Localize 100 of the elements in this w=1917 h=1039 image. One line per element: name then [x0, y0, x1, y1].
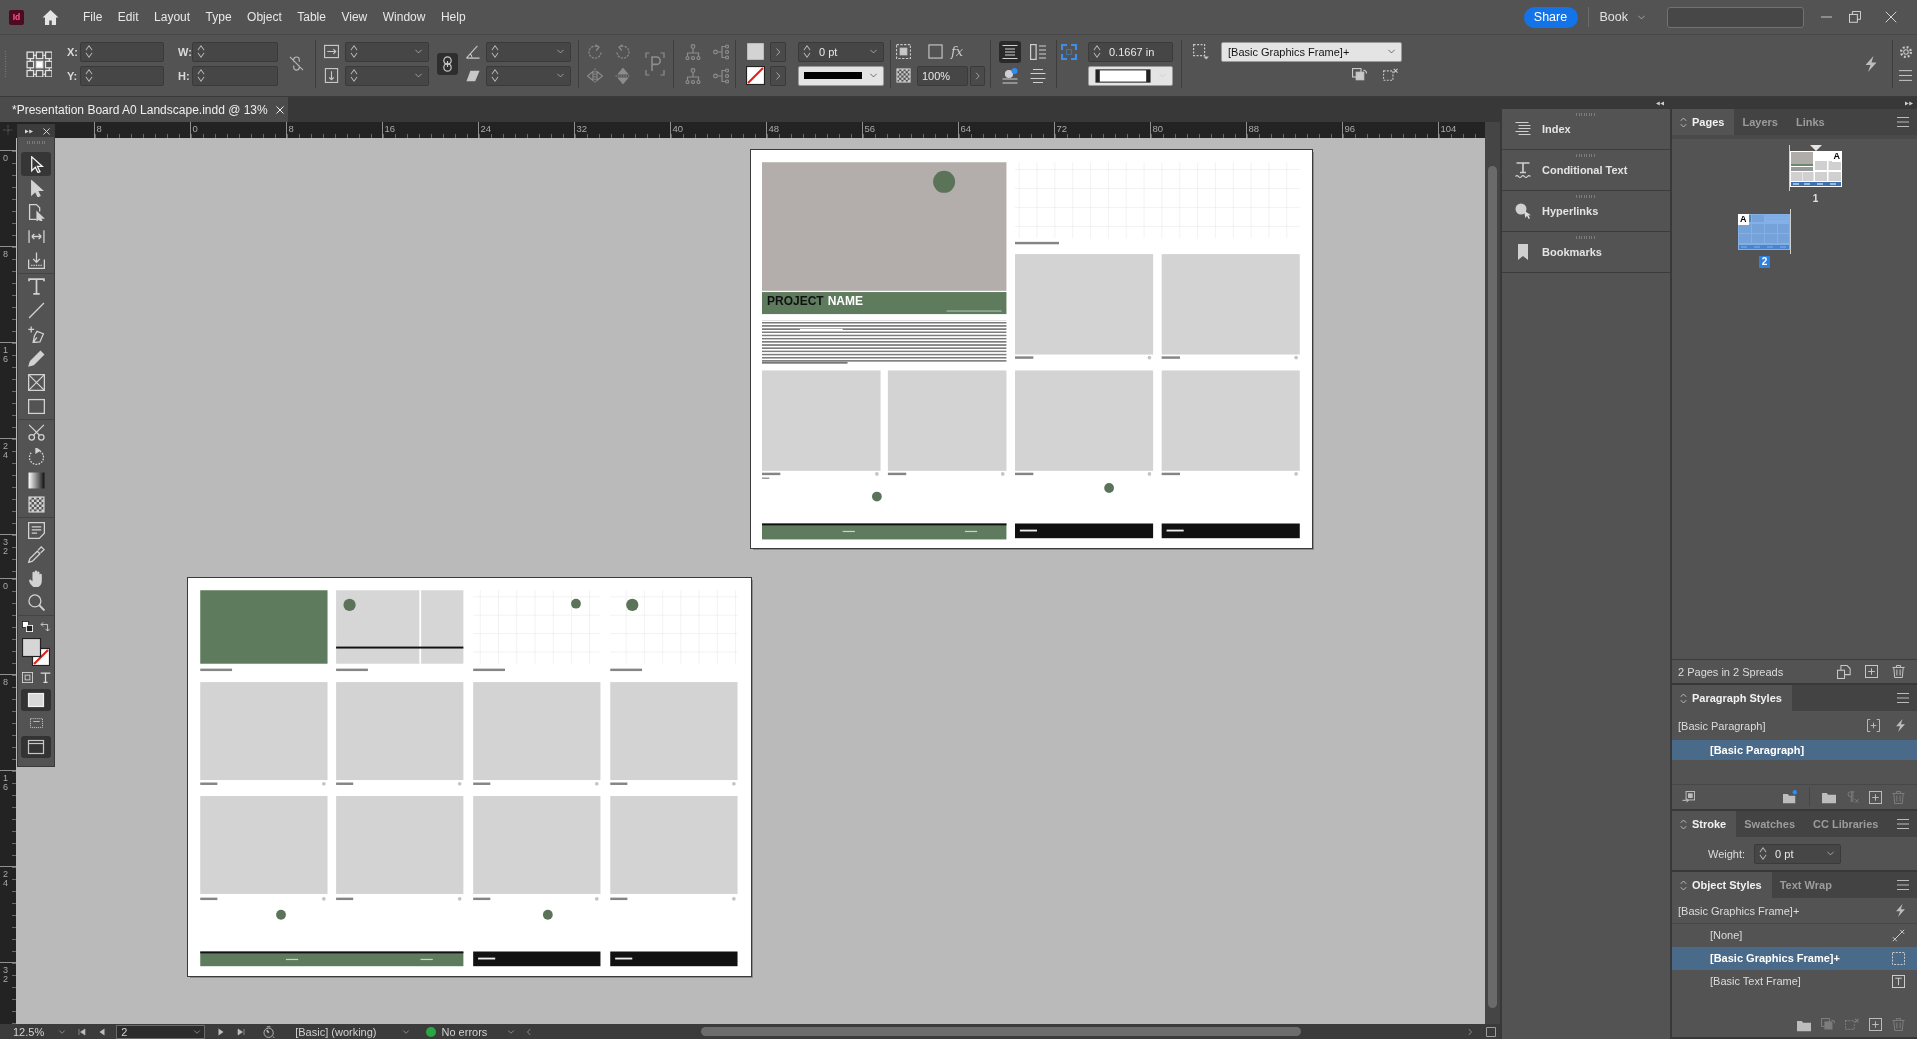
next-page-icon[interactable] [217, 1027, 226, 1036]
menu-item[interactable]: File [83, 10, 103, 24]
hierarchy-icon[interactable] [685, 43, 701, 60]
chevron-right-icon[interactable] [770, 41, 786, 62]
menu-item[interactable]: Layout [154, 10, 191, 24]
close-icon[interactable] [1885, 11, 1897, 23]
menu-item[interactable]: Edit [117, 10, 139, 24]
stopwatch-icon[interactable] [263, 1025, 276, 1038]
folder-icon[interactable] [1822, 790, 1836, 804]
page-number-field[interactable]: 2 [116, 1024, 206, 1039]
panel-tab[interactable]: Swatches [1736, 811, 1805, 837]
bracket-plus-icon[interactable] [1867, 719, 1880, 732]
plus-square-icon[interactable] [1869, 790, 1882, 804]
double-arrow-left-icon[interactable] [1656, 100, 1664, 106]
screen-mode-icon[interactable] [21, 736, 51, 758]
menu-icon[interactable] [1897, 879, 1909, 891]
square-icon[interactable] [1486, 1026, 1497, 1037]
fill-and-stroke-swatches-icon[interactable] [22, 638, 50, 666]
menu-icon[interactable] [1897, 692, 1909, 704]
plus-square-icon[interactable] [1869, 1018, 1882, 1031]
square-icon[interactable] [928, 44, 943, 59]
lightning-bolt-icon[interactable] [1894, 719, 1907, 732]
stroke-weight-field[interactable]: 0 pt [1754, 843, 1842, 864]
corner-shape-dropdown[interactable] [1088, 65, 1173, 86]
home-icon[interactable] [42, 8, 59, 26]
effects-button[interactable]: fx [951, 44, 964, 59]
scale-y-field[interactable] [345, 65, 429, 86]
style-item[interactable]: [None] [1672, 924, 1917, 947]
dashed-frame-icon[interactable] [896, 44, 911, 59]
menu-item[interactable]: Object [247, 10, 282, 24]
menu-item[interactable]: Table [297, 10, 326, 24]
default-colors-icon[interactable] [21, 621, 33, 632]
dashed-frame-caret-icon[interactable] [1193, 43, 1209, 60]
flip-vertical-icon[interactable] [615, 67, 631, 84]
style-item[interactable]: [Basic Graphics Frame]+ [1672, 947, 1917, 970]
height-field[interactable] [192, 65, 278, 86]
page-thumbnail[interactable] [1738, 214, 1790, 250]
lightning-bolt-icon[interactable] [1863, 55, 1879, 72]
panel-tab[interactable]: Layers [1734, 109, 1788, 135]
hierarchy-sideways-icon[interactable] [713, 43, 729, 60]
tool-button[interactable] [21, 152, 51, 176]
menu-item[interactable]: View [341, 10, 368, 24]
centered-lines-icon[interactable] [999, 40, 1021, 63]
object-style-dropdown[interactable]: [Basic Graphics Frame]+ [1221, 41, 1402, 62]
zoom-level[interactable]: 12.5% [13, 1025, 45, 1038]
panel-tab[interactable]: CC Libraries [1805, 811, 1889, 837]
page-number[interactable]: 2 [1758, 256, 1771, 268]
workspace-dropdown[interactable]: Book [1599, 10, 1646, 24]
menu-item[interactable]: Window [382, 10, 426, 24]
scrollbar-thumb[interactable] [1488, 166, 1497, 1008]
style-item[interactable]: [Basic Text Frame] [1672, 970, 1917, 993]
parallelogram-icon[interactable] [466, 68, 480, 83]
reference-point-grid-icon[interactable] [26, 50, 52, 77]
overlapping-squares-icon[interactable] [1352, 68, 1367, 83]
panel-tab[interactable]: Paragraph Styles [1672, 685, 1792, 711]
scale-width-icon[interactable] [324, 44, 339, 59]
panel-tab[interactable]: Pages [1672, 109, 1735, 135]
chevron-down-icon[interactable] [507, 1027, 516, 1036]
hierarchy-sideways-icon[interactable] [713, 67, 729, 84]
last-page-icon[interactable] [237, 1027, 246, 1036]
dashed-frame-cross-icon[interactable] [1383, 68, 1398, 83]
share-button[interactable]: Share [1523, 6, 1578, 28]
first-page-icon[interactable] [78, 1027, 87, 1036]
menu-icon[interactable] [1897, 818, 1909, 830]
panel-tab[interactable]: Object Styles [1672, 872, 1772, 898]
menu-item[interactable]: Help [440, 10, 466, 24]
chain-link-icon[interactable] [437, 52, 458, 75]
page-number[interactable]: 1 [1809, 193, 1822, 205]
preflight-profile[interactable]: [Basic] (working) [295, 1025, 377, 1038]
menu-icon[interactable] [1899, 69, 1912, 82]
search-field[interactable] [1667, 6, 1804, 28]
scale-height-icon[interactable] [324, 68, 339, 83]
fill-swatch-icon[interactable] [746, 42, 765, 61]
menu-icon[interactable] [1897, 116, 1909, 128]
panel-tab[interactable]: Links [1787, 109, 1835, 135]
chevron-down-icon[interactable] [401, 1027, 410, 1036]
style-item[interactable]: [Basic Paragraph] [1672, 740, 1917, 760]
load-styles-icon[interactable] [1682, 790, 1695, 804]
angle-icon[interactable] [466, 44, 480, 59]
lightning-bolt-icon[interactable] [1894, 904, 1907, 917]
stroke-type-dropdown[interactable] [798, 65, 884, 86]
panel-tab[interactable]: Text Wrap [1771, 872, 1842, 898]
framed-square-icon[interactable] [21, 672, 33, 683]
letter-t-icon[interactable] [39, 672, 51, 683]
restore-icon[interactable] [1849, 11, 1861, 23]
chevron-right-icon[interactable] [770, 65, 786, 86]
trash-icon[interactable] [1892, 665, 1905, 678]
corner-size-field[interactable]: 0.1667 in [1088, 41, 1173, 62]
close-icon[interactable] [43, 127, 50, 135]
page-thumbnail[interactable] [1790, 151, 1842, 187]
stacked-pages-icon[interactable] [1837, 664, 1851, 679]
double-arrow-right-icon[interactable] [1905, 100, 1913, 106]
menu-item[interactable]: Type [205, 10, 232, 24]
hierarchy-icon[interactable] [685, 67, 701, 84]
preflight-status[interactable]: No errors [441, 1025, 488, 1038]
x-position-field[interactable] [80, 41, 164, 62]
panel-tab[interactable]: Stroke [1672, 811, 1737, 837]
normal-view-mode-icon[interactable] [21, 689, 51, 711]
settings-icon[interactable] [1899, 44, 1913, 59]
no-stroke-swatch-icon[interactable] [746, 66, 765, 85]
